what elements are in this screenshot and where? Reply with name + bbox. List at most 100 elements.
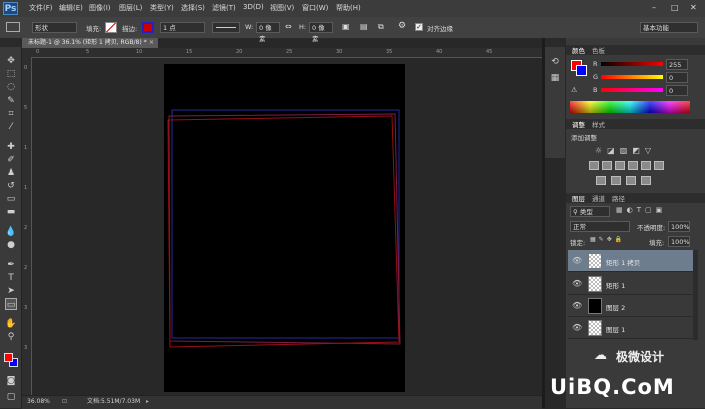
brush-tool-icon[interactable]: ✐ [5,154,17,166]
g-slider[interactable] [601,75,663,79]
document-tab[interactable]: 未标题-1 @ 36.1% (矩形 1 拷贝, RGB/8) * × [22,38,158,48]
zoom-tool-icon[interactable]: ⚲ [5,331,17,343]
screen-mode-icon[interactable]: ▢ [5,391,17,403]
visibility-eye-icon[interactable]: 👁 [572,301,582,311]
visibility-eye-icon[interactable]: 👁 [572,256,582,266]
layer-row-shape-1[interactable]: 👁 矩形 1 [568,273,693,295]
color-panel-background[interactable] [576,65,587,76]
menu-3d[interactable]: 3D(D) [243,3,264,11]
menu-edit[interactable]: 编辑(E) [59,3,83,13]
purple-rectangle-outline[interactable] [168,113,401,345]
menu-type[interactable]: 类型(Y) [150,3,174,13]
blur-tool-icon[interactable]: 💧 [5,226,17,238]
crop-tool-icon[interactable]: ⌗ [5,108,17,120]
tab-color[interactable]: 颜色 [572,45,585,55]
layer-filter-kind[interactable]: ⚲ 类型 [570,206,610,217]
status-icon[interactable]: ⊡ [62,396,67,408]
status-menu-arrow-icon[interactable]: ▸ [146,396,149,408]
r-value-input[interactable]: 255 [666,59,688,70]
fill-opacity-input[interactable]: 100% [668,236,690,247]
g-value-input[interactable]: 0 [666,72,688,83]
document-info[interactable]: 文档:5.51M/7.03M [87,396,140,408]
move-tool-icon[interactable]: ✥ [5,55,17,67]
workspace-select[interactable]: 基本功能 [640,22,698,33]
type-tool-icon[interactable]: T [5,272,17,284]
layer-row-shape-1-copy[interactable]: 👁 矩形 1 拷贝 [568,250,693,272]
layer-row-layer-2[interactable]: 👁 图层 2 [568,295,693,317]
tab-channels[interactable]: 通道 [592,193,605,203]
menu-file[interactable]: 文件(F) [29,3,53,13]
history-panel-icon[interactable]: ⟲ [549,56,561,68]
dodge-tool-icon[interactable]: ● [5,239,17,251]
r-slider[interactable] [601,62,663,66]
stroke-width-input[interactable]: 1 点 [160,22,205,33]
marquee-tool-icon[interactable]: ⬚ [5,68,17,80]
stroke-swatch[interactable] [142,22,154,33]
shape-mode-select[interactable]: 形状 [32,22,77,33]
color-spectrum-bar[interactable] [570,101,690,113]
adjustment-icon[interactable] [596,176,606,185]
align-edges-checkbox[interactable]: ✓ [415,23,423,31]
path-operations-icon[interactable]: ▣ [342,22,350,31]
eyedropper-tool-icon[interactable]: ⁄ [5,121,17,133]
healing-brush-tool-icon[interactable]: ✚ [5,141,17,153]
adjustment-icon[interactable] [641,176,651,185]
tab-layers[interactable]: 图层 [572,193,585,203]
adjustment-icon[interactable] [626,176,636,185]
minimize-icon[interactable]: – [652,3,656,12]
height-input[interactable]: 0 像素 [309,22,333,43]
pen-tool-icon[interactable]: ✒ [5,259,17,271]
tab-adjustments[interactable]: 调整 [572,119,585,129]
properties-panel-icon[interactable]: ▦ [549,72,561,84]
adjustment-icon[interactable] [615,161,625,170]
quick-mask-icon[interactable]: ◙ [5,375,17,387]
layers-scrollbar[interactable] [693,250,698,340]
stroke-type-select[interactable] [212,22,240,33]
fill-swatch[interactable] [105,22,117,33]
path-select-tool-icon[interactable]: ➤ [5,285,17,297]
tab-paths[interactable]: 路径 [612,193,625,203]
hand-tool-icon[interactable]: ✋ [5,318,17,330]
maximize-icon[interactable]: □ [671,3,679,12]
shape-tool-preset-icon[interactable] [6,22,20,32]
tab-styles[interactable]: 样式 [592,119,605,129]
warning-icon[interactable]: ⚠ [571,86,577,94]
layer-filter-icons[interactable]: ▦◐T▢▣ [616,206,686,216]
link-icon[interactable]: ⇔ [285,22,292,31]
menu-window[interactable]: 窗口(W) [302,3,328,13]
quick-select-tool-icon[interactable]: ✎ [5,95,17,107]
path-alignment-icon[interactable]: ▤ [360,22,368,31]
visibility-eye-icon[interactable]: 👁 [572,323,582,333]
width-input[interactable]: 0 像素 [256,22,280,43]
blue-rectangle-outline[interactable] [171,109,400,339]
lasso-tool-icon[interactable]: ◌ [5,81,17,93]
adjustment-icons-row-1[interactable]: ☼◪▨◩▽ [595,146,675,156]
menu-layer[interactable]: 图层(L) [119,3,142,13]
adjustment-icon[interactable] [602,161,612,170]
adjustment-icon[interactable] [654,161,664,170]
close-icon[interactable]: ✕ [690,3,697,12]
history-brush-tool-icon[interactable]: ↺ [5,180,17,192]
gradient-tool-icon[interactable]: ▬ [5,206,17,218]
adjustment-icon[interactable] [611,176,621,185]
menu-view[interactable]: 视图(V) [270,3,294,13]
menu-select[interactable]: 选择(S) [181,3,205,13]
adjustment-icon[interactable] [641,161,651,170]
path-arrangement-icon[interactable]: ⧉ [378,22,384,32]
rectangle-tool-icon[interactable]: ▭ [5,298,17,310]
opacity-input[interactable]: 100% [668,221,690,232]
menu-filter[interactable]: 滤镜(T) [212,3,236,13]
document-canvas[interactable] [164,64,405,392]
clone-stamp-tool-icon[interactable]: ♟ [5,167,17,179]
blend-mode-select[interactable]: 正常 [570,221,630,232]
eraser-tool-icon[interactable]: ▭ [5,193,17,205]
zoom-level[interactable]: 36.08% [27,396,50,408]
adjustment-icon[interactable] [628,161,638,170]
menu-help[interactable]: 帮助(H) [336,3,361,13]
adjustment-icon[interactable] [589,161,599,170]
menu-image[interactable]: 图像(I) [89,3,111,13]
close-tab-icon[interactable]: × [149,38,154,48]
gear-icon[interactable]: ⚙ [398,21,406,31]
lock-icons[interactable]: ▦✎✥🔒 [590,236,632,245]
b-value-input[interactable]: 0 [666,85,688,96]
